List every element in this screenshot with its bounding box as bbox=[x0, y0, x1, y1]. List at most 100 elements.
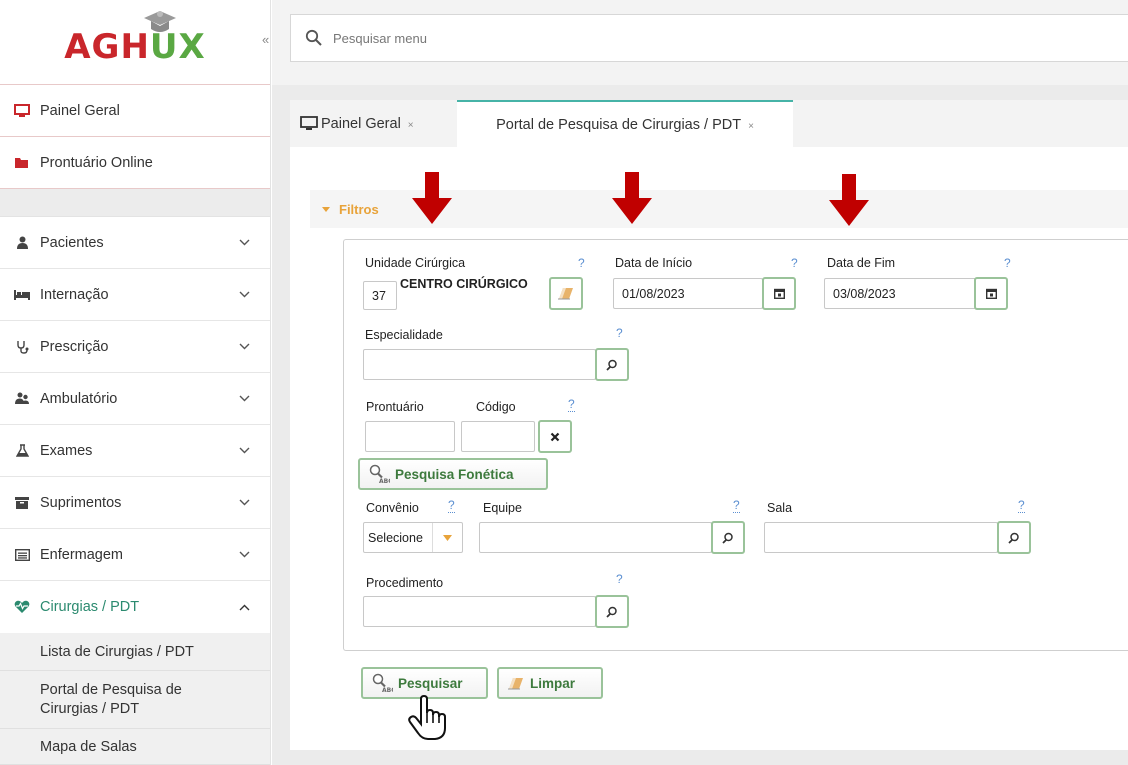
data-fim-calendar-button[interactable] bbox=[974, 277, 1008, 310]
sidebar-item-exames[interactable]: Exames bbox=[0, 425, 270, 477]
tab-painel-geral[interactable]: Painel Geral × bbox=[300, 100, 414, 147]
logo-text-red: AGH bbox=[64, 27, 150, 67]
clear-unidade-button[interactable] bbox=[549, 277, 583, 310]
sala-label: Sala bbox=[767, 501, 793, 515]
sidebar-item-label: Suprimentos bbox=[40, 494, 122, 511]
help-icon[interactable]: ? bbox=[616, 326, 623, 340]
help-icon[interactable]: ? bbox=[568, 398, 575, 412]
sidebar-item-label: Cirurgias / PDT bbox=[40, 599, 140, 615]
search-icon bbox=[722, 532, 733, 544]
close-icon[interactable]: × bbox=[748, 121, 754, 132]
sidebar-item-internacao[interactable]: Internação bbox=[0, 269, 270, 321]
especialidade-field[interactable] bbox=[363, 349, 596, 380]
pesquisa-fonetica-button[interactable]: ABC Pesquisa Fonética bbox=[358, 458, 548, 490]
search-menu[interactable]: Pesquisar menu bbox=[290, 14, 1128, 62]
sala-search-button[interactable] bbox=[997, 521, 1031, 554]
tab-label: Painel Geral bbox=[321, 115, 401, 132]
equipe-search-button[interactable] bbox=[711, 521, 745, 554]
help-icon[interactable]: ? bbox=[616, 572, 623, 586]
filtros-title: Filtros bbox=[339, 201, 379, 217]
help-icon[interactable]: ? bbox=[733, 499, 740, 513]
svg-text:ABC: ABC bbox=[382, 687, 393, 693]
equipe-label: Equipe bbox=[483, 501, 522, 515]
especialidade-search-button[interactable] bbox=[595, 348, 629, 381]
chevron-down-icon bbox=[238, 237, 250, 249]
sidebar-item-cirurgias-pdt[interactable]: Cirurgias / PDT bbox=[0, 581, 270, 633]
box-icon bbox=[12, 496, 32, 509]
search-input[interactable]: Pesquisar menu bbox=[333, 31, 427, 46]
data-inicio-calendar-button[interactable] bbox=[762, 277, 796, 310]
monitor-icon bbox=[300, 116, 318, 130]
pesquisar-label: Pesquisar bbox=[398, 675, 463, 691]
flask-icon bbox=[12, 444, 32, 457]
clear-prontuario-button[interactable] bbox=[538, 420, 572, 453]
phonetic-search-icon: ABC bbox=[372, 673, 393, 693]
sidebar-item-label: Painel Geral bbox=[40, 102, 120, 119]
collapse-sidebar-button[interactable]: « bbox=[262, 32, 269, 47]
procedimento-label: Procedimento bbox=[366, 576, 444, 590]
data-inicio-field[interactable]: 01/08/2023 bbox=[613, 278, 763, 309]
help-icon[interactable]: ? bbox=[578, 256, 585, 270]
codigo-field[interactable] bbox=[461, 421, 535, 452]
sala-field[interactable] bbox=[764, 522, 998, 553]
especialidade-label: Especialidade bbox=[365, 328, 443, 342]
convenio-select[interactable]: Selecione bbox=[363, 522, 463, 553]
tab-bar: Painel Geral × Portal de Pesquisa de Cir… bbox=[290, 100, 1128, 147]
monitor-icon bbox=[12, 103, 32, 118]
sidebar-subitem-mapa-salas[interactable]: Mapa de Salas bbox=[0, 729, 270, 765]
sidebar-subitem-label: Mapa de Salas bbox=[40, 738, 137, 755]
limpar-label: Limpar bbox=[530, 675, 576, 691]
convenio-label: Convênio bbox=[366, 501, 419, 515]
sidebar-item-suprimentos[interactable]: Suprimentos bbox=[0, 477, 270, 529]
sidebar-subitem-lista-cirurgias[interactable]: Lista de Cirurgias / PDT bbox=[0, 633, 270, 671]
tab-portal-pesquisa[interactable]: Portal de Pesquisa de Cirurgias / PDT × bbox=[457, 100, 793, 147]
sidebar-item-pacientes[interactable]: Pacientes bbox=[0, 217, 270, 269]
sidebar-item-painel-geral[interactable]: Painel Geral bbox=[0, 85, 270, 137]
sidebar-item-enfermagem[interactable]: Enfermagem bbox=[0, 529, 270, 581]
sidebar-subitem-portal-pesquisa[interactable]: Portal de Pesquisa de Cirurgias / PDT bbox=[0, 671, 270, 729]
calendar-icon bbox=[985, 288, 997, 299]
unidade-cirurgica-code-field[interactable]: 37 bbox=[363, 281, 397, 310]
graduation-cap-icon bbox=[144, 11, 176, 32]
stethoscope-icon bbox=[12, 340, 32, 354]
data-fim-field[interactable]: 03/08/2023 bbox=[824, 278, 976, 309]
sidebar-item-label: Prontuário Online bbox=[40, 154, 153, 171]
red-arrow-icon bbox=[412, 172, 452, 224]
chevron-down-icon bbox=[238, 445, 250, 457]
procedimento-search-button[interactable] bbox=[595, 595, 629, 628]
help-icon[interactable]: ? bbox=[791, 256, 798, 270]
eraser-icon bbox=[558, 288, 573, 300]
dropdown-caret-icon[interactable] bbox=[432, 523, 462, 552]
chevron-down-icon bbox=[238, 341, 250, 353]
phonetic-search-icon: ABC bbox=[369, 464, 390, 484]
unidade-cirurgica-name: CENTRO CIRÚRGICO bbox=[400, 277, 528, 291]
app-logo[interactable]: AGHUX bbox=[0, 0, 270, 85]
procedimento-field[interactable] bbox=[363, 596, 596, 627]
help-icon[interactable]: ? bbox=[1018, 499, 1025, 513]
folder-icon bbox=[12, 156, 32, 169]
hand-cursor-icon bbox=[408, 695, 446, 740]
search-icon bbox=[606, 359, 617, 371]
unidade-cirurgica-label: Unidade Cirúrgica bbox=[365, 256, 466, 270]
sidebar-item-prescricao[interactable]: Prescrição bbox=[0, 321, 270, 373]
red-arrow-icon bbox=[829, 174, 869, 226]
sidebar-item-ambulatorio[interactable]: Ambulatório bbox=[0, 373, 270, 425]
close-icon[interactable]: × bbox=[408, 120, 414, 131]
search-icon bbox=[305, 29, 322, 46]
bed-icon bbox=[12, 289, 32, 300]
help-icon[interactable]: ? bbox=[1004, 256, 1011, 270]
chevron-down-icon bbox=[238, 497, 250, 509]
prontuario-field[interactable] bbox=[365, 421, 455, 452]
sidebar-item-prontuario-online[interactable]: Prontuário Online bbox=[0, 137, 270, 189]
sidebar-item-label: Prescrição bbox=[40, 338, 109, 355]
sidebar-subitem-label: Portal de Pesquisa de Cirurgias / PDT bbox=[40, 681, 182, 717]
chevron-down-icon bbox=[238, 393, 250, 405]
limpar-button[interactable]: Limpar bbox=[497, 667, 603, 699]
equipe-field[interactable] bbox=[479, 522, 712, 553]
heartbeat-icon bbox=[12, 600, 32, 614]
sidebar: AGHUX Painel Geral Prontuário Online Pac… bbox=[0, 0, 271, 765]
help-icon[interactable]: ? bbox=[448, 499, 455, 513]
sidebar-item-label: Exames bbox=[40, 442, 93, 459]
calendar-icon bbox=[773, 288, 785, 299]
users-icon bbox=[12, 392, 32, 405]
